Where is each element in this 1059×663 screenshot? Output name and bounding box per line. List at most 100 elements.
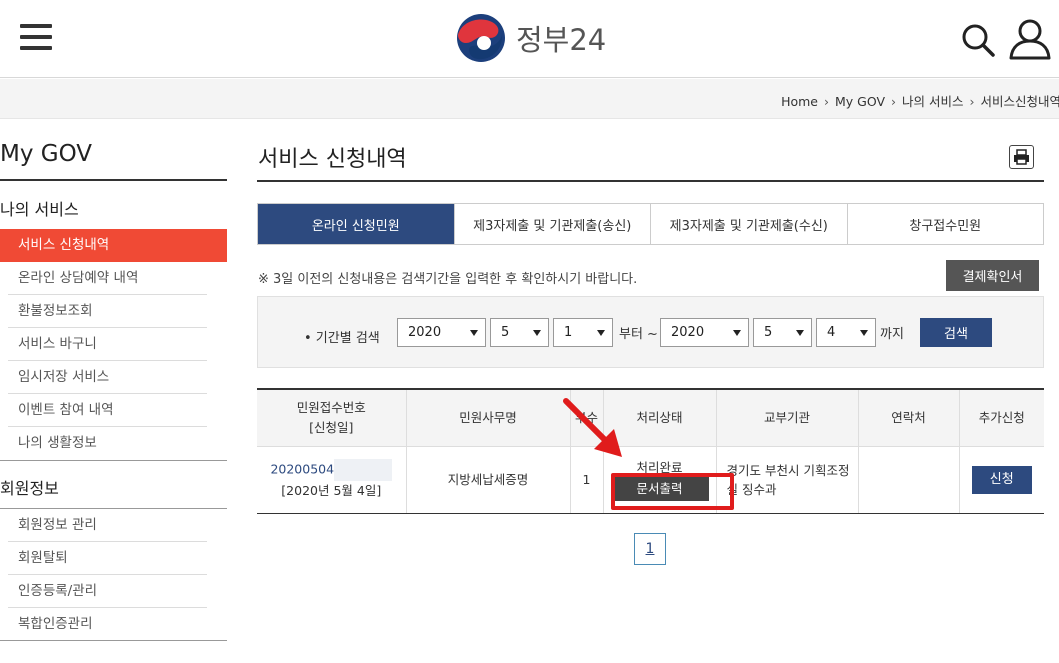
sidebar-item-label: 임시저장 서비스 [18,369,110,385]
search-icon[interactable] [960,22,996,58]
status-text: 처리완료 [636,460,683,475]
sidebar-item-consult-reservation[interactable]: 온라인 상담예약 내역 [0,262,227,295]
sidebar-item-service-basket[interactable]: 서비스 바구니 [0,328,227,361]
chevron-right-icon: › [969,94,975,109]
sidebar-item-label: 환불정보조회 [18,303,93,319]
printer-icon[interactable] [1009,145,1034,169]
top-header: 정부24 [0,0,1059,78]
from-year-value: 2020 [408,325,442,340]
page-title: 서비스 신청내역 [258,147,407,172]
chevron-right-icon: › [891,94,896,109]
tab-third-party-receive[interactable]: 제3자제출 및 기관제출(수신) [650,204,847,244]
cell-contact [857,446,959,514]
sidebar-item-refund[interactable]: 환불정보조회 [0,295,227,328]
header-agency[interactable]: 교부기관 [715,388,858,447]
breadcrumb-current[interactable]: 서비스신청내역 [980,94,1059,109]
cell-receipt-no: 20200504 [2020년 5월 4일] [257,446,406,514]
request-date: [2020년 5월 4일] [281,483,382,498]
tab-third-party-send[interactable]: 제3자제출 및 기관제출(송신) [453,204,650,244]
sidebar-item-label: 서비스 신청내역 [18,237,110,253]
chevron-right-icon: › [823,94,829,109]
period-search-label: • 기간별 검색 [304,331,380,346]
sidebar-item-member-manage[interactable]: 회원정보 관리 [0,509,227,542]
sidebar-item-cert-register[interactable]: 인증등록/관리 [0,575,227,608]
sidebar-item-service-history[interactable]: 서비스 신청내역 [0,229,227,262]
caret-down-icon [597,330,605,336]
breadcrumb-my-service[interactable]: 나의 서비스 [902,94,963,109]
hamburger-icon[interactable] [20,24,52,50]
caret-down-icon [860,330,868,336]
sidebar-item-label: 서비스 바구니 [18,336,97,352]
tab-online-request[interactable]: 온라인 신청민원 [258,204,454,244]
sidebar-title: My GOV [0,141,93,167]
breadcrumb-home[interactable]: Home [781,94,818,109]
to-day-value: 4 [827,325,836,340]
from-year-select[interactable]: 2020 [397,318,486,347]
sidebar-item-label: 인증등록/관리 [18,583,98,599]
tab-bar: 온라인 신청민원 제3자제출 및 기관제출(송신) 제3자제출 및 기관제출(수… [257,203,1044,245]
search-button[interactable]: 검색 [920,318,992,347]
taegeuk-emblem-icon [457,14,505,62]
from-month-value: 5 [501,325,510,340]
sidebar-item-withdraw[interactable]: 회원탈퇴 [0,542,227,575]
to-day-select[interactable]: 4 [816,318,876,347]
table-header-row: 민원접수번호 [신청일] 민원사무명 부수 처리상태 교부기관 연락처 추가신청 [257,388,1044,447]
sidebar-item-label: 나의 생활정보 [18,435,97,451]
period-search-box: • 기간별 검색 2020 5 1 부터 ~ 2020 5 4 까지 검색 [257,296,1044,368]
sidebar-item-label: 회원탈퇴 [18,550,68,566]
sidebar-item-life-info[interactable]: 나의 생활정보 [0,427,227,460]
to-month-value: 5 [764,325,773,340]
breadcrumb-bar: Home › My GOV › 나의 서비스 › 서비스신청내역 [0,79,1059,119]
caret-down-icon [796,330,804,336]
gov24-logo[interactable]: 정부24 [456,13,606,63]
caret-down-icon [533,330,541,336]
notice-text: ※ 3일 이전의 신청내용은 검색기간을 입력한 후 확인하시기 바랍니다. [258,272,638,287]
to-word: 까지 [880,327,904,342]
sidebar-group-member-info[interactable]: 회원정보 [0,475,59,499]
tab-counter-request[interactable]: 창구접수민원 [846,204,1043,244]
header-label: [신청일] [309,419,354,435]
logo-text: 정부24 [516,23,607,57]
to-month-select[interactable]: 5 [753,318,812,347]
sidebar-item-label: 이벤트 참여 내역 [18,402,114,418]
header-additional[interactable]: 추가신청 [958,388,1044,447]
from-day-select[interactable]: 1 [553,318,613,347]
header-contact[interactable]: 연락처 [857,388,959,447]
sidebar-bottom-divider [0,640,227,641]
print-document-button[interactable]: 문서출력 [610,477,709,501]
sidebar-item-label: 회원정보 관리 [18,517,97,533]
to-year-select[interactable]: 2020 [660,318,749,347]
breadcrumb: Home › My GOV › 나의 서비스 › 서비스신청내역 [781,91,1059,110]
sidebar-group-my-service[interactable]: 나의 서비스 [0,196,79,220]
cell-copies: 1 [569,446,603,514]
from-month-select[interactable]: 5 [490,318,549,347]
from-word: 부터 ~ [619,327,658,342]
masked-number [334,459,393,481]
sidebar-item-label: 복합인증관리 [18,616,93,632]
sidebar-item-event-history[interactable]: 이벤트 참여 내역 [0,394,227,427]
header-status[interactable]: 처리상태 [602,388,716,447]
cell-agency: 경기도 부천시 기획조정실 징수과 [715,446,858,514]
to-year-value: 2020 [671,325,705,340]
receipt-number-link[interactable]: 20200504 [270,462,334,477]
cell-status: 처리완료문서출력 [602,446,716,514]
table-row: 20200504 [2020년 5월 4일] 지방세납세증명 1 처리완료문서출력… [257,446,1044,514]
header-copies[interactable]: 부수 [569,388,603,447]
pagination-page-1[interactable]: 1 [634,533,666,565]
title-divider [257,180,1044,182]
breadcrumb-mygov[interactable]: My GOV [835,94,885,109]
sidebar-group-divider [0,460,227,461]
cell-service-name: 지방세납세증명 [405,446,570,514]
payment-receipt-button[interactable]: 결제확인서 [946,260,1039,291]
user-icon[interactable] [1008,18,1052,60]
sidebar-title-divider [0,179,227,181]
sidebar-item-multi-cert[interactable]: 복합인증관리 [0,608,227,641]
sidebar-item-temp-saved[interactable]: 임시저장 서비스 [0,361,227,394]
header-service-name[interactable]: 민원사무명 [405,388,570,447]
sidebar-item-label: 온라인 상담예약 내역 [18,270,139,286]
request-table: 민원접수번호 [신청일] 민원사무명 부수 처리상태 교부기관 연락처 추가신청 … [257,388,1044,514]
apply-button[interactable]: 신청 [971,465,1032,494]
caret-down-icon [470,330,478,336]
header-receipt-no[interactable]: 민원접수번호 [신청일] [257,388,406,447]
cell-apply: 신청 [958,446,1044,514]
